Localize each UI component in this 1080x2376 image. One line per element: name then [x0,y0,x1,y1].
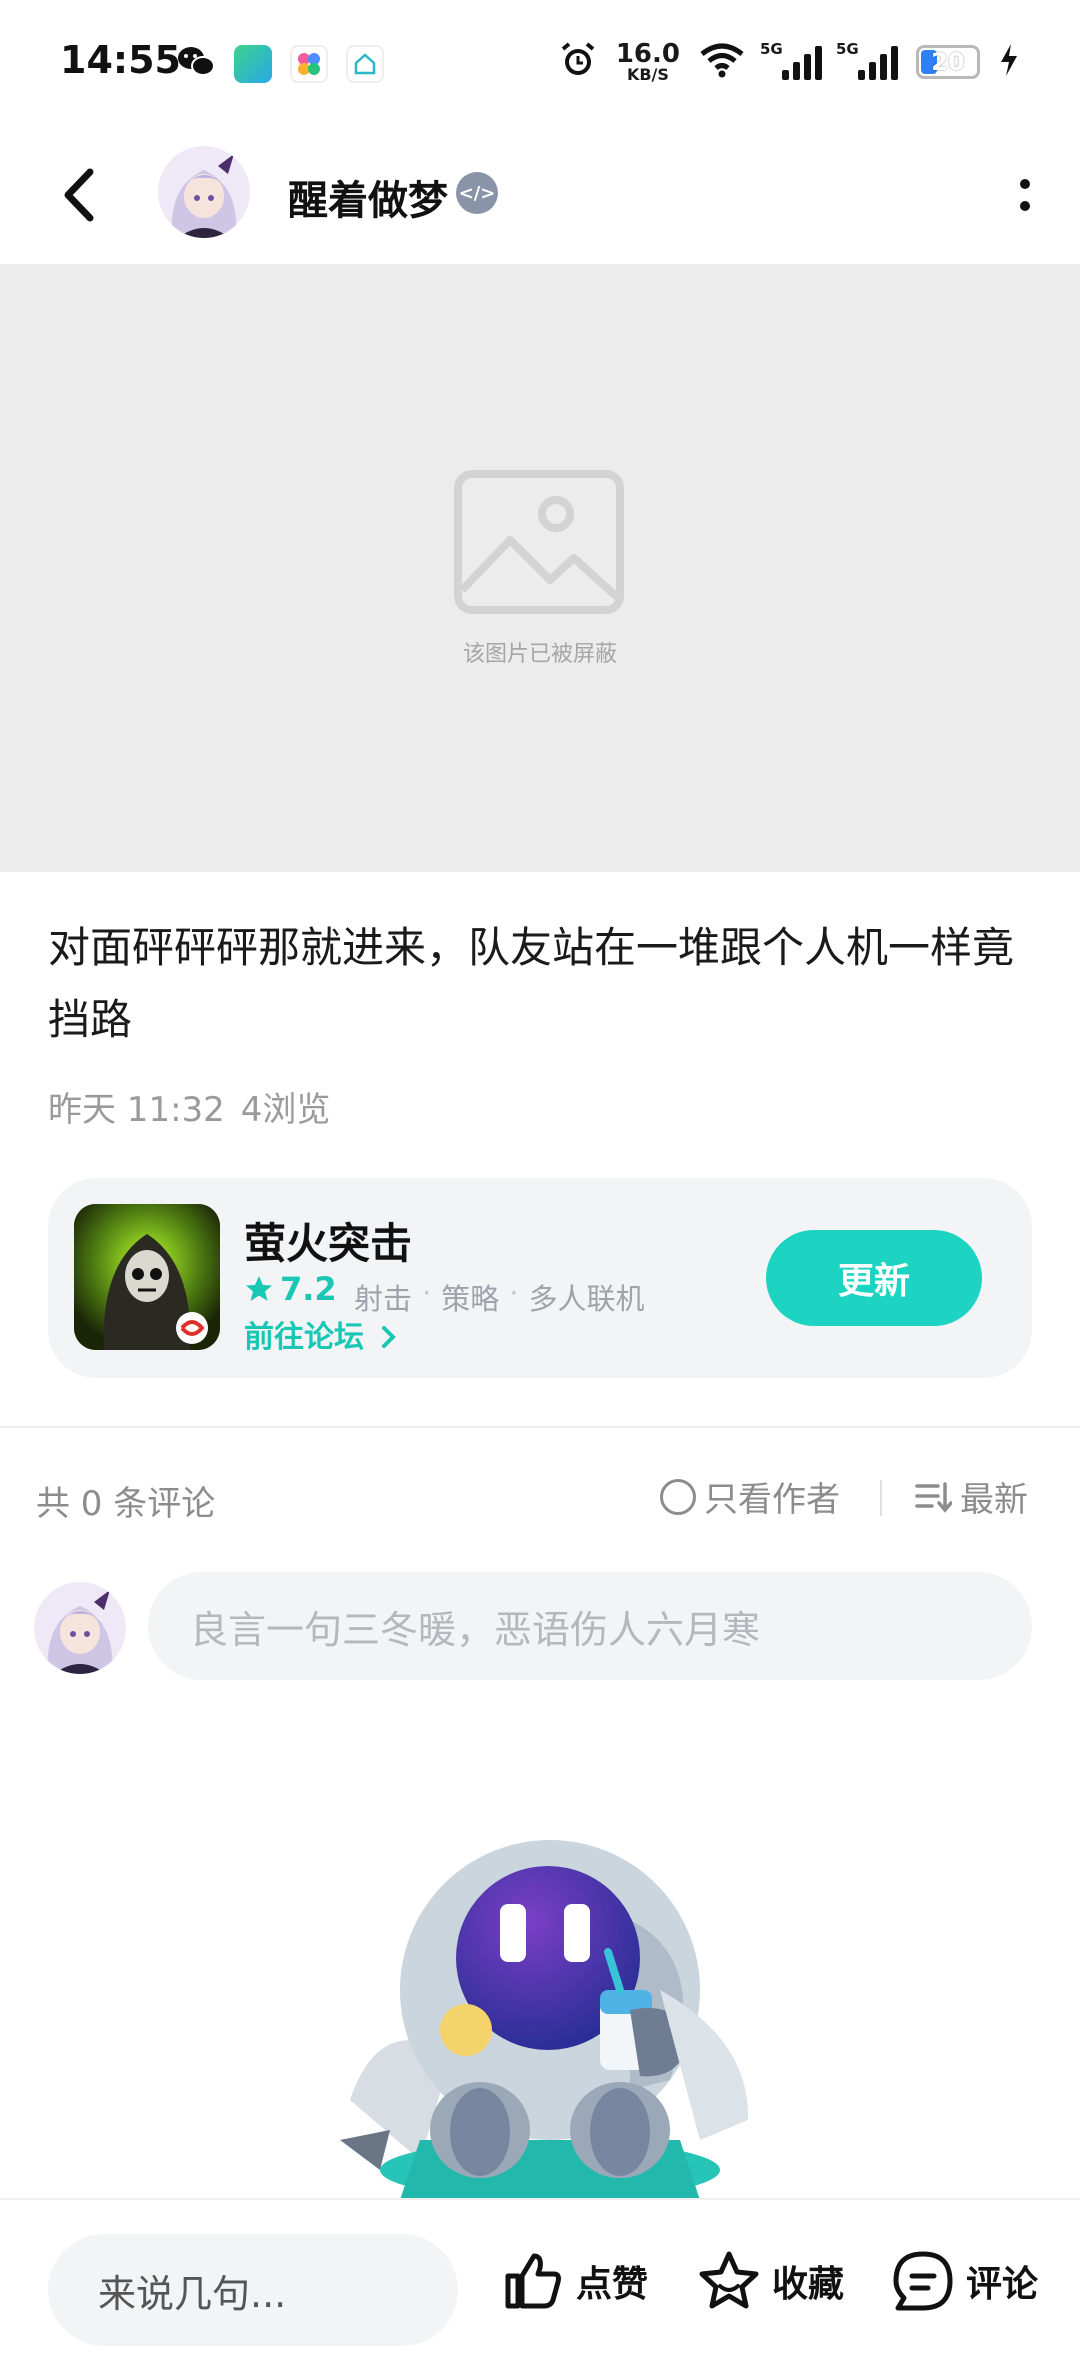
tag-separator: · [509,1276,519,1310]
chevron-left-icon [64,168,94,222]
signal-label: 5G [760,40,783,58]
creator-badge-icon: </> [456,172,498,214]
wifi-icon [698,42,746,82]
sort-button[interactable]: 最新 [914,1472,1028,1521]
signal-icon: 5G [760,40,822,80]
blocked-image-placeholder: 该图片已被屏蔽 [0,264,1080,872]
update-button[interactable]: 更新 [766,1230,982,1326]
alarm-icon [558,40,598,84]
post-time: 昨天 11:32 [48,1090,225,1130]
game-rating: 7.2 [244,1270,337,1308]
filter-separator [880,1480,882,1516]
comment-label: 评论 [966,2264,1039,2305]
sort-label: 最新 [960,1480,1028,1520]
chevron-right-icon [382,1326,397,1348]
empty-comments-illustration [340,1840,749,2200]
app-icon [290,45,328,83]
rating-value: 7.2 [280,1270,337,1308]
network-speed: 16.0 KB/S [616,41,680,83]
blocked-image-text: 该图片已被屏蔽 [462,642,617,667]
user-avatar[interactable] [34,1582,126,1674]
signal-icon: 5G [836,40,898,80]
game-tag: 多人联机 [528,1282,645,1316]
comment-bubble-icon [893,2251,953,2311]
net-speed-unit: KB/S [626,65,669,84]
favorite-label: 收藏 [772,2264,845,2305]
notification-icons [176,44,384,84]
status-bar: 14:55 16.0 KB/S 5G 5G 20 [0,0,1080,120]
image-placeholder-icon [454,470,624,614]
radio-circle-icon [660,1478,696,1515]
comment-input-placeholder: 良言一句三冬暖，恶语伤人六月寒 [190,1607,761,1652]
like-button[interactable]: 点赞 [500,2248,648,2314]
comment-button[interactable]: 评论 [890,2248,1038,2314]
like-label: 点赞 [576,2264,649,2305]
author-name[interactable]: 醒着做梦 [288,168,448,226]
post-content: 对面砰砰砰那就进来，队友站在一堆跟个人机一样竟挡路 [48,923,1015,1044]
forum-link[interactable]: 前往论坛 [244,1312,398,1356]
favorite-button[interactable]: 收藏 [696,2248,844,2314]
charging-icon [998,42,1020,82]
more-options-button[interactable] [1010,170,1040,220]
game-tag: 策略 [441,1282,500,1316]
tag-separator: · [422,1276,432,1310]
quick-comment-placeholder: 来说几句... [98,2271,287,2316]
back-button[interactable] [52,160,112,230]
star-outline-icon [699,2251,759,2309]
game-card[interactable]: 萤火突击 7.2 射击 · 策略 · 多人联机 前往论坛 更新 [48,1178,1032,1378]
star-icon [246,1276,272,1301]
more-dot [1020,179,1030,189]
app-icon [346,45,384,83]
forum-link-label: 前往论坛 [244,1320,364,1355]
author-avatar[interactable] [158,146,250,238]
section-divider [0,1426,1080,1428]
thumbs-up-icon [505,2253,561,2309]
more-dot [1020,201,1030,211]
sort-icon [915,1481,952,1513]
app-icon [234,45,272,83]
system-status: 16.0 KB/S 5G 5G 20 [558,40,1020,84]
game-name: 萤火突击 [244,1219,413,1268]
only-author-toggle[interactable]: 只看作者 [660,1472,840,1521]
bottom-action-bar: 来说几句... 点赞 收藏 评论 [0,2198,1080,2376]
status-time: 14:55 [60,38,181,82]
only-author-label: 只看作者 [704,1480,840,1520]
post-views: 4浏览 [240,1090,331,1130]
game-icon [74,1204,220,1350]
battery-level: 20 [931,48,965,76]
comment-input[interactable]: 良言一句三冬暖，恶语伤人六月寒 [148,1572,1032,1680]
post-meta: 昨天 11:32 4浏览 [48,1082,330,1131]
comment-count: 共 0 条评论 [36,1484,216,1524]
post-header: 醒着做梦 </> [0,130,1080,260]
battery-icon: 20 [916,45,980,79]
signal-label: 5G [836,40,859,58]
quick-comment-input[interactable]: 来说几句... [48,2234,458,2346]
net-speed-value: 16.0 [615,39,680,69]
wechat-icon [176,44,216,84]
